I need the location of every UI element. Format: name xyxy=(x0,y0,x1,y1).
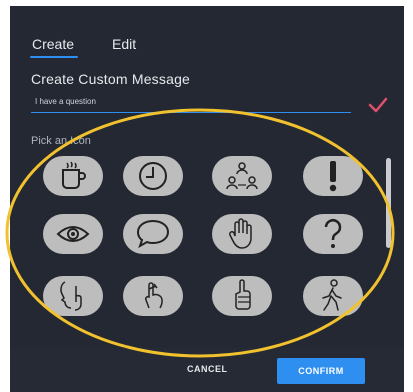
raised-hand-icon[interactable] xyxy=(212,214,272,254)
thumbs-up-icon[interactable] xyxy=(212,276,272,316)
dialog-heading: Create Custom Message xyxy=(31,71,191,87)
walking-person-icon[interactable] xyxy=(303,276,363,316)
exclamation-icon[interactable] xyxy=(303,156,363,196)
question-mark-icon[interactable] xyxy=(303,214,363,254)
speech-bubble-icon[interactable] xyxy=(123,214,183,254)
cancel-button[interactable]: CANCEL xyxy=(187,364,228,374)
finger-string-icon[interactable] xyxy=(123,276,183,316)
shush-finger-icon[interactable] xyxy=(43,276,103,316)
message-input[interactable]: I have a question xyxy=(31,94,351,113)
coffee-cup-icon[interactable] xyxy=(43,156,103,196)
clock-icon[interactable] xyxy=(123,156,183,196)
pick-icon-label: Pick an Icon xyxy=(31,135,91,147)
icon-list-scrollbar[interactable] xyxy=(386,158,391,248)
tab-bar: Create Edit xyxy=(29,36,136,58)
custom-message-dialog: Create Edit Create Custom Message I have… xyxy=(10,6,404,392)
eye-icon[interactable] xyxy=(43,214,103,254)
group-discussion-icon[interactable] xyxy=(212,156,272,196)
message-input-value: I have a question xyxy=(35,97,96,106)
check-icon[interactable] xyxy=(367,94,389,116)
tab-edit[interactable]: Edit xyxy=(112,36,136,58)
confirm-button[interactable]: CONFIRM xyxy=(277,358,365,384)
tab-create[interactable]: Create xyxy=(29,36,79,58)
